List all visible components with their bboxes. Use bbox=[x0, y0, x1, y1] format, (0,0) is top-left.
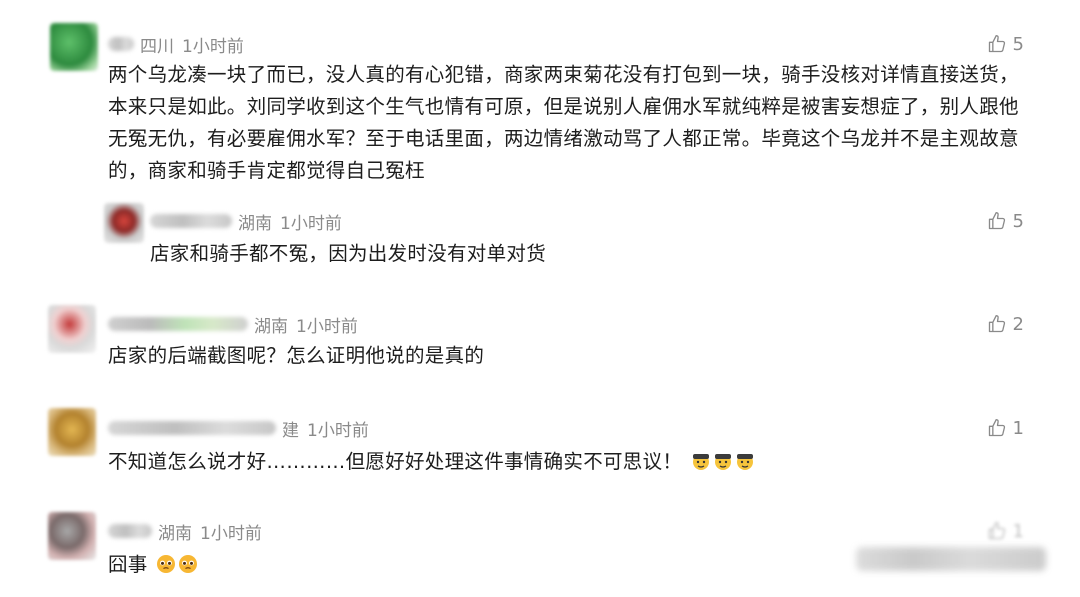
username-blurred[interactable] bbox=[108, 37, 134, 51]
username-blurred[interactable] bbox=[108, 421, 276, 435]
username-blurred[interactable] bbox=[108, 524, 152, 538]
thumbs-up-icon bbox=[988, 522, 1005, 540]
avatar[interactable] bbox=[48, 512, 96, 560]
avatar[interactable] bbox=[104, 203, 144, 243]
reply-meta: 湖南 1小时前 bbox=[150, 208, 342, 234]
comment-meta: 四川 1小时前 bbox=[108, 31, 244, 57]
like-count: 5 bbox=[1012, 210, 1024, 232]
avatar[interactable] bbox=[50, 23, 98, 71]
avatar[interactable] bbox=[48, 305, 96, 353]
avatar[interactable] bbox=[48, 408, 96, 456]
like-count: 1 bbox=[1012, 417, 1024, 439]
like-button[interactable]: 2 bbox=[987, 311, 1024, 337]
like-button[interactable]: 1 bbox=[987, 415, 1024, 441]
thumbs-up-icon bbox=[988, 35, 1005, 53]
thumbs-up-icon bbox=[988, 419, 1005, 437]
comment-time: 1小时前 bbox=[200, 523, 262, 544]
comment-time: 1小时前 bbox=[296, 316, 358, 337]
comment-text: 店家的后端截图呢？怎么证明他说的是真的 bbox=[108, 344, 485, 367]
comment-time: 1小时前 bbox=[307, 420, 369, 441]
comment-text: 不知道怎么说才好…………但愿好好处理这件事情确实不可思议！ bbox=[108, 450, 683, 473]
like-count: 1 bbox=[1012, 520, 1024, 542]
like-count: 2 bbox=[1012, 313, 1024, 335]
like-button[interactable]: 5 bbox=[987, 208, 1024, 234]
like-button[interactable]: 1 bbox=[987, 518, 1024, 544]
reply-time: 1小时前 bbox=[280, 213, 342, 234]
username-blurred[interactable] bbox=[108, 317, 248, 331]
like-button[interactable]: 5 bbox=[987, 31, 1024, 57]
reply-location: 湖南 bbox=[238, 213, 272, 234]
comment-meta: 湖南 1小时前 bbox=[108, 311, 358, 337]
comment-text: 两个乌龙凑一块了而已，没人真的有心犯错，商家两束菊花没有打包到一块，骑手没核对详… bbox=[108, 63, 1019, 182]
comment-meta: 湖南 1小时前 bbox=[108, 518, 262, 544]
pleading-emoji-icon bbox=[179, 555, 198, 573]
watermark-blurred bbox=[856, 547, 1046, 571]
username-blurred[interactable] bbox=[150, 214, 232, 228]
comment-text-row: 不知道怎么说才好…………但愿好好处理这件事情确实不可思议！ bbox=[108, 446, 1028, 478]
comment-time: 1小时前 bbox=[182, 36, 244, 57]
thumbs-up-icon bbox=[988, 315, 1005, 333]
comment-text: 囧事 bbox=[108, 553, 148, 576]
comment-text-row: 囧事 bbox=[108, 549, 708, 581]
salute-emoji-icon bbox=[714, 454, 731, 470]
salute-emoji-icon bbox=[736, 454, 753, 470]
pleading-emoji-icon bbox=[157, 555, 176, 573]
salute-emoji-icon bbox=[692, 454, 709, 470]
comment-location: 建 bbox=[282, 420, 299, 441]
like-count: 5 bbox=[1012, 33, 1024, 55]
comment-location: 四川 bbox=[140, 36, 174, 57]
comment-location: 湖南 bbox=[158, 523, 192, 544]
thumbs-up-icon bbox=[988, 212, 1005, 230]
comment-meta: 建 1小时前 bbox=[108, 415, 369, 441]
comment-location: 湖南 bbox=[254, 316, 288, 337]
reply-text: 店家和骑手都不冤，因为出发时没有对单对货 bbox=[150, 242, 547, 265]
